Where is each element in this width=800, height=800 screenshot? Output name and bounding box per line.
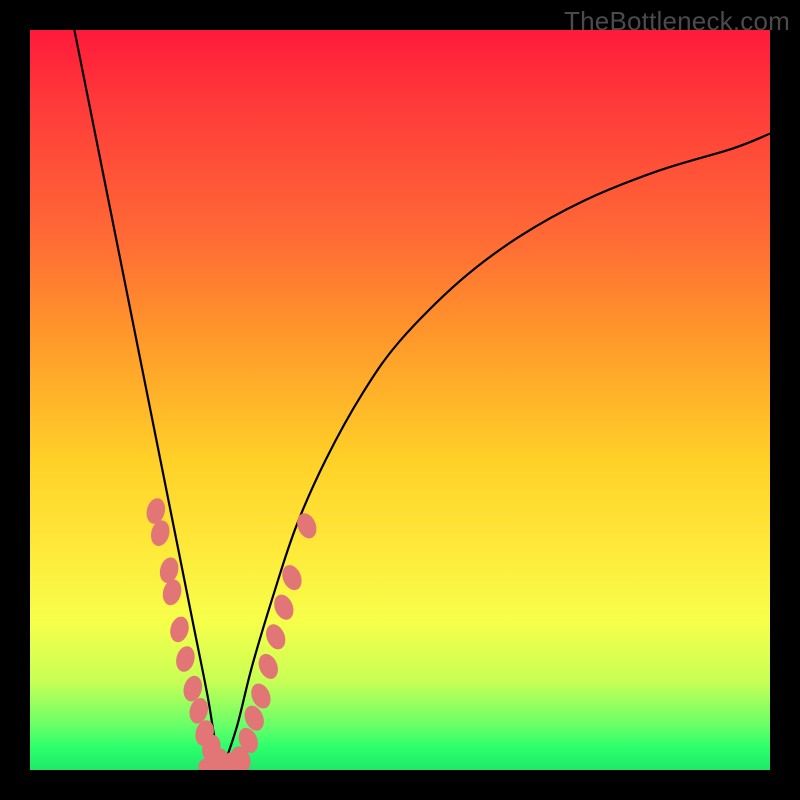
- data-marker: [255, 651, 281, 682]
- data-marker: [174, 644, 198, 674]
- chart-frame: TheBottleneck.com: [0, 0, 800, 800]
- data-marker: [294, 510, 320, 541]
- data-marker: [157, 555, 181, 585]
- data-marker: [262, 621, 288, 652]
- data-marker-bottom-pill: [198, 758, 246, 770]
- data-marker: [271, 592, 297, 623]
- data-marker: [160, 578, 184, 608]
- curve-svg: [30, 30, 770, 770]
- data-marker: [168, 615, 192, 645]
- marker-group: [144, 496, 320, 770]
- plot-area: [30, 30, 770, 770]
